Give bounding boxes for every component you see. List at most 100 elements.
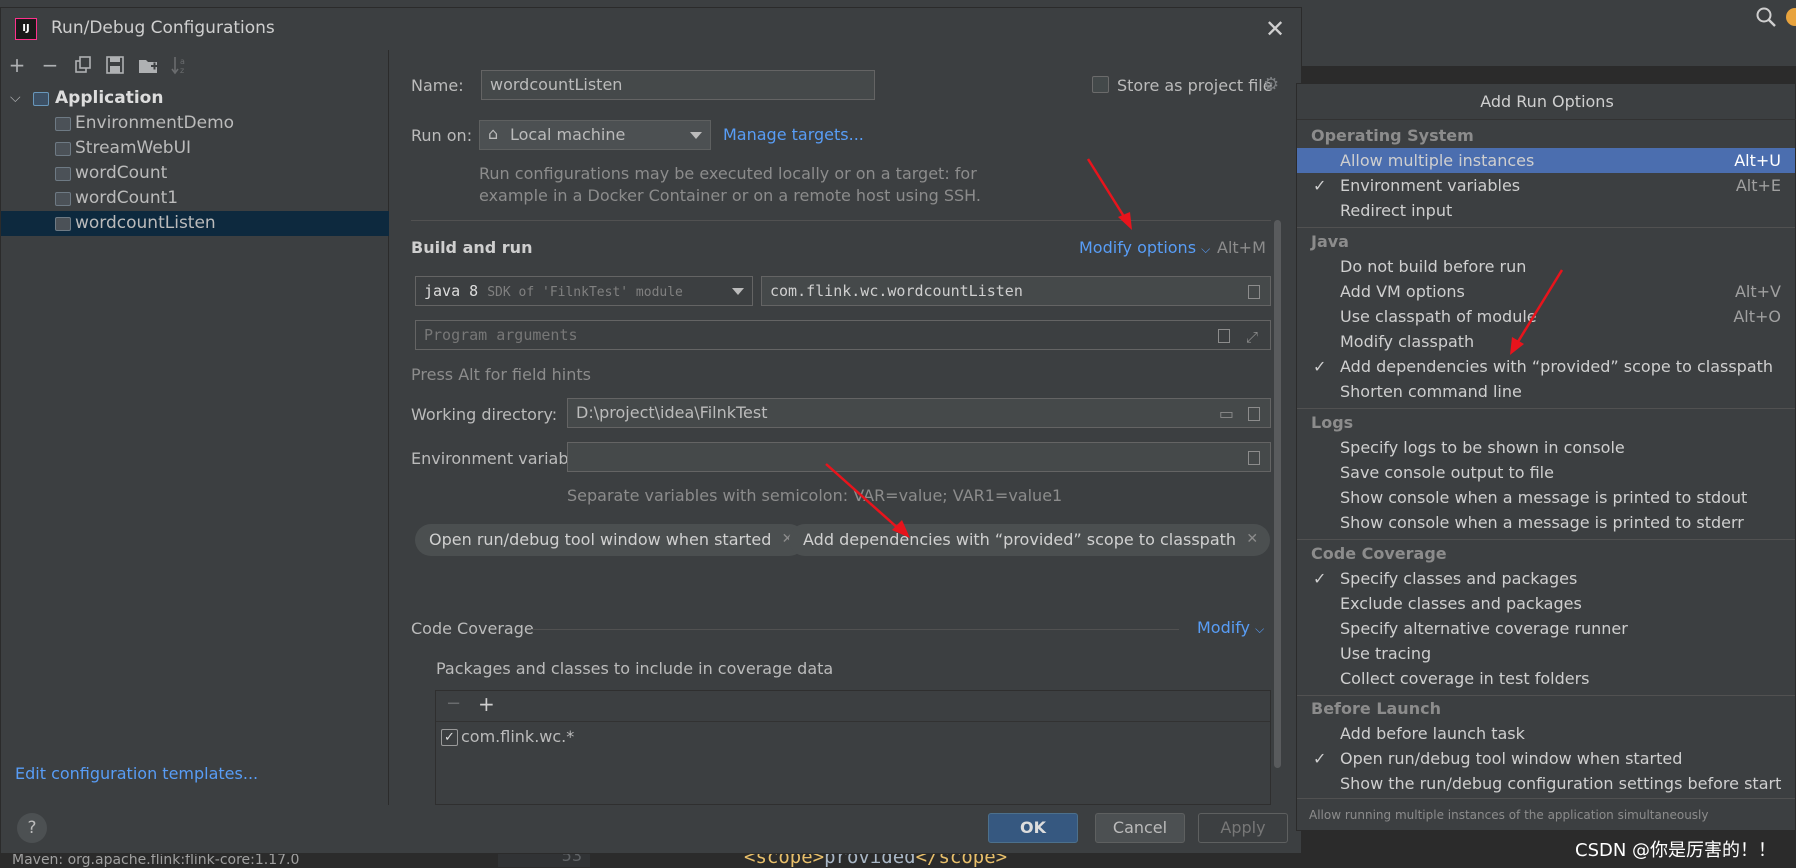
ide-maven-library-item: Maven: org.apache.flink:flink-core:1.17.… — [12, 852, 300, 868]
jre-select[interactable]: java 8 SDK of 'FilnkTest' module — [415, 276, 753, 306]
option-label: Save console output to file — [1340, 463, 1554, 482]
section-divider — [411, 220, 1271, 221]
tree-item-label: wordcountListen — [75, 213, 216, 233]
check-icon: ✓ — [1313, 176, 1327, 195]
tree-item-environmentdemo[interactable]: EnvironmentDemo — [1, 111, 389, 136]
group-separator — [1297, 539, 1795, 540]
option-save-console-output[interactable]: Save console output to file — [1297, 460, 1795, 485]
remove-icon[interactable]: − — [446, 693, 461, 714]
option-redirect-input[interactable]: Redirect input — [1297, 198, 1795, 223]
group-logs: Logs — [1311, 413, 1354, 432]
remove-chip-icon[interactable]: ✕ — [1246, 524, 1258, 555]
option-use-tracing[interactable]: Use tracing — [1297, 641, 1795, 666]
insert-macro-icon[interactable] — [1248, 407, 1260, 421]
tree-item-wordcount[interactable]: wordCount — [1, 161, 389, 186]
configuration-form: Name: wordcountListen Store as project f… — [389, 50, 1301, 805]
option-label: Show console when a message is printed t… — [1340, 488, 1748, 507]
tree-item-label: StreamWebUI — [75, 138, 192, 158]
run-on-hint-line1: Run configurations may be executed local… — [479, 164, 977, 183]
add-icon[interactable]: + — [6, 54, 28, 76]
run-on-select[interactable]: ⌂ Local machine — [479, 120, 711, 150]
name-input[interactable]: wordcountListen — [481, 70, 875, 100]
search-icon[interactable] — [1755, 6, 1777, 28]
main-class-input[interactable]: com.flink.wc.wordcountListen — [761, 276, 1271, 306]
store-as-project-file-label: Store as project file — [1117, 76, 1273, 95]
option-label: Environment variables — [1340, 176, 1521, 195]
ok-button[interactable]: OK — [988, 813, 1078, 843]
browse-icon[interactable] — [1248, 285, 1260, 299]
expand-icon[interactable]: ⤢ — [1246, 323, 1258, 351]
working-directory-input[interactable]: D:\project\idea\FilnkTest ▭ — [567, 398, 1271, 428]
option-allow-multiple-instances[interactable]: Allow multiple instances Alt+U — [1297, 148, 1795, 173]
option-show-console-stdout[interactable]: Show console when a message is printed t… — [1297, 485, 1795, 510]
edit-variables-icon[interactable] — [1248, 451, 1260, 465]
folder-icon[interactable]: ▭ — [1219, 400, 1234, 428]
program-arguments-placeholder: Program arguments — [424, 326, 578, 344]
packages-label: Packages and classes to include in cover… — [436, 659, 834, 678]
copy-icon[interactable] — [72, 54, 94, 76]
option-label: Exclude classes and packages — [1340, 594, 1582, 613]
program-arguments-input[interactable]: Program arguments ⤢ — [415, 320, 1271, 350]
modify-label: Modify — [1197, 618, 1251, 637]
option-open-tool-window[interactable]: ✓ Open run/debug tool window when starte… — [1297, 746, 1795, 771]
application-config-icon — [55, 192, 71, 206]
modify-options-link[interactable]: Modify options ⌵ — [1079, 238, 1210, 257]
modify-options-shortcut: Alt+M — [1217, 238, 1266, 257]
option-shortcut: Alt+E — [1735, 176, 1781, 195]
help-button[interactable]: ? — [17, 813, 47, 843]
application-config-icon — [55, 142, 71, 156]
intellij-app-icon: IJ — [15, 18, 37, 40]
option-add-before-launch-task[interactable]: Add before launch task — [1297, 721, 1795, 746]
group-separator — [1297, 408, 1795, 409]
modify-coverage-link[interactable]: Modify ⌵ — [1197, 618, 1264, 637]
manage-targets-link[interactable]: Manage targets... — [723, 125, 864, 144]
insert-macro-icon[interactable] — [1218, 329, 1230, 343]
store-as-project-file-checkbox[interactable] — [1092, 76, 1109, 93]
tree-item-label: EnvironmentDemo — [75, 113, 235, 133]
section-divider — [531, 629, 1179, 630]
option-exclude-classes-packages[interactable]: Exclude classes and packages — [1297, 591, 1795, 616]
apply-button[interactable]: Apply — [1198, 813, 1288, 843]
tree-item-wordcount1[interactable]: wordCount1 — [1, 186, 389, 211]
option-shorten-command-line[interactable]: Shorten command line — [1297, 379, 1795, 404]
svg-text:z: z — [180, 66, 184, 75]
tree-item-label: wordCount1 — [75, 188, 179, 208]
build-and-run-heading: Build and run — [411, 238, 533, 257]
modify-options-label: Modify options — [1079, 238, 1197, 257]
new-folder-icon[interactable] — [137, 54, 159, 76]
add-icon[interactable]: + — [478, 692, 495, 716]
tree-item-wordcountlisten[interactable]: wordcountListen — [1, 211, 389, 236]
option-label: Open run/debug tool window when started — [1340, 749, 1683, 768]
working-directory-label: Working directory: — [411, 405, 558, 424]
tree-group-application[interactable]: ⌵ Application — [1, 86, 389, 111]
run-on-value: Local machine — [510, 125, 626, 144]
option-collect-coverage-test-folders[interactable]: Collect coverage in test folders — [1297, 666, 1795, 691]
coverage-item-checkbox[interactable]: ✓ — [441, 729, 458, 746]
tree-toolbar: + − az — [1, 50, 389, 80]
option-show-settings-before-start[interactable]: Show the run/debug configuration setting… — [1297, 771, 1795, 796]
scrollbar-thumb[interactable] — [1274, 220, 1281, 768]
sort-icon[interactable]: az — [169, 54, 191, 76]
chevron-down-icon — [690, 132, 702, 139]
coverage-packages-list: − + ✓ com.flink.wc.* — [435, 690, 1271, 805]
check-icon: ✓ — [1313, 749, 1327, 768]
chevron-down-icon[interactable]: ⌵ — [10, 86, 21, 111]
option-environment-variables[interactable]: ✓ Environment variables Alt+E — [1297, 173, 1795, 198]
edit-configuration-templates-link[interactable]: Edit configuration templates... — [15, 764, 258, 783]
chevron-down-icon: ⌵ — [1201, 242, 1211, 256]
add-run-options-popup: Add Run Options Operating System Allow m… — [1296, 83, 1796, 831]
option-specify-logs[interactable]: Specify logs to be shown in console — [1297, 435, 1795, 460]
save-icon[interactable] — [104, 54, 126, 76]
option-show-console-stderr[interactable]: Show console when a message is printed t… — [1297, 510, 1795, 535]
gear-icon[interactable]: ⚙ — [1263, 74, 1279, 95]
option-specify-classes-packages[interactable]: ✓ Specify classes and packages — [1297, 566, 1795, 591]
close-icon[interactable]: ✕ — [1265, 15, 1285, 43]
option-shortcut: Alt+O — [1733, 307, 1781, 326]
cancel-button[interactable]: Cancel — [1095, 813, 1185, 843]
option-alternative-coverage-runner[interactable]: Specify alternative coverage runner — [1297, 616, 1795, 641]
remove-icon[interactable]: − — [39, 54, 61, 76]
svg-text:a: a — [180, 57, 185, 66]
option-shortcut: Alt+U — [1734, 151, 1781, 170]
tree-item-streamwebui[interactable]: StreamWebUI — [1, 136, 389, 161]
option-chip-open-tool-window[interactable]: Open run/debug tool window when started … — [415, 524, 806, 556]
